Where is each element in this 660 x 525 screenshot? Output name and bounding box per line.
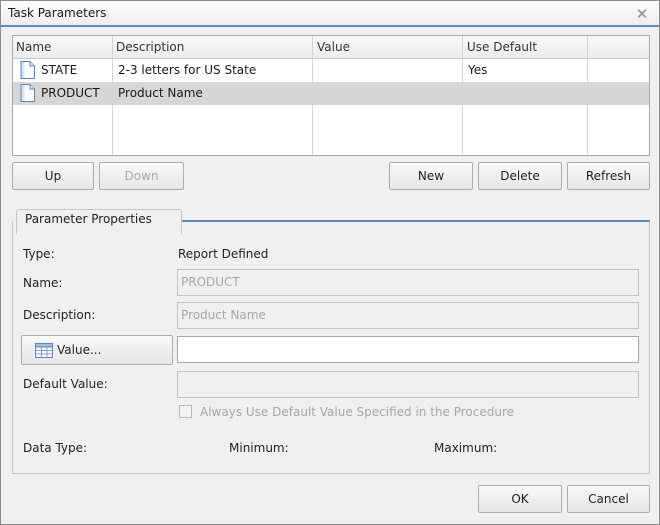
default-value-field xyxy=(177,371,639,398)
parameters-table: Name Description Value Use Default STATE… xyxy=(12,35,650,156)
table-header: Name Description Value Use Default xyxy=(13,36,649,59)
row-use-default: Yes xyxy=(468,63,488,77)
type-label: Type: xyxy=(23,247,55,261)
type-value: Report Defined xyxy=(178,247,269,261)
maximum-label: Maximum: xyxy=(434,441,498,455)
task-parameters-dialog: Task Parameters ✕ Name Description Value… xyxy=(0,0,660,525)
table-row-selected[interactable]: PRODUCT Product Name xyxy=(13,82,649,105)
always-use-default-label: Always Use Default Value Specified in th… xyxy=(200,405,515,419)
data-type-label: Data Type: xyxy=(23,441,88,455)
down-button[interactable]: Down xyxy=(99,162,184,190)
delete-button[interactable]: Delete xyxy=(478,162,562,190)
close-icon[interactable]: ✕ xyxy=(635,7,649,22)
group-title: Parameter Properties xyxy=(25,212,152,226)
description-label: Description: xyxy=(23,308,96,322)
minimum-label: Minimum: xyxy=(229,441,289,455)
document-icon xyxy=(20,61,35,79)
title-bar: Task Parameters ✕ xyxy=(1,1,659,27)
default-value-label: Default Value: xyxy=(23,377,108,391)
description-field: Product Name xyxy=(177,302,639,329)
value-button[interactable]: Value... xyxy=(21,335,173,365)
up-button[interactable]: Up xyxy=(12,162,94,190)
dialog-title: Task Parameters xyxy=(8,6,107,20)
column-header-description[interactable]: Description xyxy=(116,40,184,54)
refresh-button[interactable]: Refresh xyxy=(567,162,650,190)
column-header-name[interactable]: Name xyxy=(16,40,51,54)
name-field: PRODUCT xyxy=(177,269,639,296)
cancel-button[interactable]: Cancel xyxy=(567,485,650,513)
document-icon xyxy=(20,84,35,102)
always-use-default-checkbox[interactable] xyxy=(179,405,192,418)
ok-button[interactable]: OK xyxy=(478,485,562,513)
column-header-value[interactable]: Value xyxy=(317,40,350,54)
name-label: Name: xyxy=(23,276,63,290)
row-name: STATE xyxy=(41,63,78,77)
column-divider[interactable] xyxy=(112,36,113,155)
column-divider[interactable] xyxy=(312,36,313,155)
table-icon xyxy=(35,343,53,358)
column-divider[interactable] xyxy=(587,36,588,155)
value-button-label: Value... xyxy=(57,343,102,357)
value-input[interactable] xyxy=(177,336,639,363)
table-row[interactable]: STATE 2-3 letters for US State Yes xyxy=(13,59,649,82)
row-description: Product Name xyxy=(118,86,203,100)
row-name: PRODUCT xyxy=(41,86,100,100)
group-divider-line xyxy=(181,220,650,222)
column-header-use-default[interactable]: Use Default xyxy=(467,40,537,54)
column-divider[interactable] xyxy=(462,36,463,155)
new-button[interactable]: New xyxy=(389,162,473,190)
row-description: 2-3 letters for US State xyxy=(118,63,257,77)
